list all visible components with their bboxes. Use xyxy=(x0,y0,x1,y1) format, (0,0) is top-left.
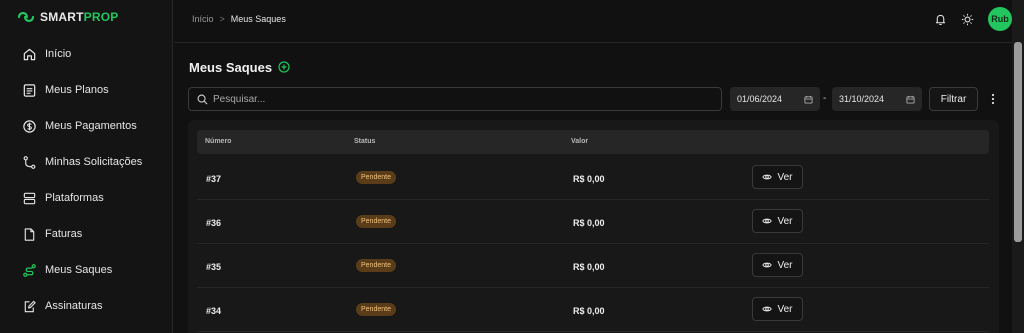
sidebar-item-label: Meus Pagamentos xyxy=(45,120,137,132)
dollar-icon xyxy=(23,119,36,133)
git-icon xyxy=(23,155,36,169)
view-button-label: Ver xyxy=(777,171,793,183)
status-badge: Pendente xyxy=(356,303,396,316)
table-row: #36 Pendente R$ 0,00 Ver xyxy=(197,200,989,244)
view-button-label: Ver xyxy=(777,215,793,227)
sidebar-item-label: Minhas Solicitações xyxy=(45,156,143,168)
withdrawal-number: #35 xyxy=(206,262,222,272)
date-from-value: 01/06/2024 xyxy=(737,94,783,104)
list-icon xyxy=(23,83,36,97)
route-icon xyxy=(23,263,36,277)
sidebar-item-faturas[interactable]: Faturas xyxy=(0,216,173,252)
breadcrumb-separator: > xyxy=(219,14,225,24)
table-row: #37 Pendente R$ 0,00 Ver xyxy=(197,156,989,200)
sidebar-item-label: Meus Saques xyxy=(45,264,113,276)
logo-icon xyxy=(17,11,35,23)
sidebar-item-assinaturas[interactable]: Assinaturas xyxy=(0,288,173,324)
search-icon xyxy=(197,94,208,104)
withdrawal-value: R$ 0,00 xyxy=(573,306,605,316)
sidebar-item-label: Início xyxy=(45,48,72,60)
avatar[interactable]: Rub xyxy=(988,7,1012,31)
sidebar-item-inicio[interactable]: Início xyxy=(0,36,173,72)
sidebar-item-meus-saques[interactable]: Meus Saques xyxy=(0,252,173,288)
search-input[interactable] xyxy=(213,93,693,105)
view-button[interactable]: Ver xyxy=(752,165,803,189)
eye-icon xyxy=(762,218,773,224)
status-badge: Pendente xyxy=(356,215,396,228)
sidebar-item-label: Assinaturas xyxy=(45,300,103,312)
filter-button[interactable]: Filtrar xyxy=(929,87,978,111)
server-icon xyxy=(23,192,36,204)
eye-icon xyxy=(762,262,773,268)
view-button[interactable]: Ver xyxy=(752,209,803,233)
breadcrumb: Início > Meus Saques xyxy=(192,14,286,24)
page-scrollbar[interactable] xyxy=(1012,0,1024,333)
date-from-input[interactable]: 01/06/2024 xyxy=(730,87,820,111)
eye-icon xyxy=(762,174,773,180)
eye-icon xyxy=(762,306,773,312)
sidebar-item-minhas-solicitacoes[interactable]: Minhas Solicitações xyxy=(0,144,173,180)
sidebar-item-meus-planos[interactable]: Meus Planos xyxy=(0,72,173,108)
column-header-status[interactable]: Status xyxy=(354,138,375,145)
scrollbar-thumb[interactable] xyxy=(1014,42,1022,242)
view-button-label: Ver xyxy=(777,259,793,271)
brand-name: SMARTPROP xyxy=(40,10,119,24)
date-to-input[interactable]: 31/10/2024 xyxy=(832,87,922,111)
calendar-icon[interactable] xyxy=(906,95,915,104)
more-vertical-icon[interactable] xyxy=(988,92,998,106)
home-icon xyxy=(23,48,36,60)
header-actions: Rub xyxy=(934,7,1012,31)
add-circle-icon[interactable] xyxy=(278,61,290,73)
sun-icon[interactable] xyxy=(961,13,974,26)
edit-icon xyxy=(24,300,36,312)
table-row: #34 Pendente R$ 0,00 Ver xyxy=(197,288,989,332)
bell-icon[interactable] xyxy=(934,13,947,26)
table-row: #35 Pendente R$ 0,00 Ver xyxy=(197,244,989,288)
breadcrumb-current: Meus Saques xyxy=(230,14,286,24)
sidebar-item-meus-pagamentos[interactable]: Meus Pagamentos xyxy=(0,108,173,144)
page-title: Meus Saques xyxy=(189,60,273,75)
calendar-icon[interactable] xyxy=(804,95,813,104)
sidebar-item-plataformas[interactable]: Plataformas xyxy=(0,180,173,216)
top-bar: Início > Meus Saques Rub xyxy=(174,0,1012,43)
search-field[interactable] xyxy=(188,87,722,111)
withdrawal-value: R$ 0,00 xyxy=(573,174,605,184)
withdrawals-table: Número Status Valor #37 Pendente R$ 0,00… xyxy=(188,120,999,333)
sidebar-nav: Início Meus Planos Meus Pagamentos Minha… xyxy=(0,36,173,324)
sidebar: SMARTPROP Início Meus Planos Meus Pagame… xyxy=(0,0,173,333)
withdrawal-value: R$ 0,00 xyxy=(573,262,605,272)
brand-logo[interactable]: SMARTPROP xyxy=(16,9,118,25)
withdrawal-value: R$ 0,00 xyxy=(573,218,605,228)
status-badge: Pendente xyxy=(356,171,396,184)
sidebar-item-label: Plataformas xyxy=(45,192,104,204)
view-button-label: Ver xyxy=(777,303,793,315)
withdrawal-number: #34 xyxy=(206,306,222,316)
sidebar-item-label: Faturas xyxy=(45,228,83,240)
view-button[interactable]: Ver xyxy=(752,297,803,321)
date-range-separator: - xyxy=(823,93,827,104)
view-button[interactable]: Ver xyxy=(752,253,803,277)
withdrawal-number: #36 xyxy=(206,218,222,228)
status-badge: Pendente xyxy=(356,259,396,272)
breadcrumb-home-link[interactable]: Início xyxy=(192,14,214,24)
sidebar-item-label: Meus Planos xyxy=(45,84,109,96)
table-header: Número Status Valor xyxy=(197,130,989,154)
column-header-numero[interactable]: Número xyxy=(205,138,231,145)
date-to-value: 31/10/2024 xyxy=(839,94,885,104)
withdrawal-number: #37 xyxy=(206,174,222,184)
file-icon xyxy=(24,227,35,241)
column-header-valor[interactable]: Valor xyxy=(571,138,588,145)
